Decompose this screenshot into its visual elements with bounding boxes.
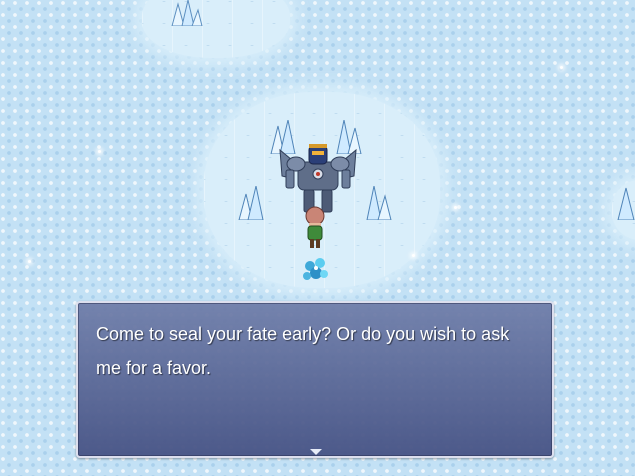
game-map: Come to seal your fate early? Or do you … (0, 0, 635, 476)
player-character-sprite[interactable] (302, 206, 328, 250)
frost-flower-sprite[interactable] (300, 254, 332, 284)
sparkle (28, 260, 31, 263)
continue-arrow-icon[interactable] (310, 449, 322, 455)
dialog-box[interactable]: Come to seal your fate early? Or do you … (76, 301, 554, 458)
ice-crystal-sprite (366, 186, 392, 220)
dialog-line: Come to seal your fate early? Or do you … (96, 324, 510, 344)
ice-crystal-sprite (238, 186, 264, 220)
ice-crystal-sprite (617, 187, 635, 220)
dialog-text: Come to seal your fate early? Or do you … (96, 317, 536, 385)
sparkle (560, 66, 563, 69)
ice-crystal-sprite (171, 0, 203, 26)
sparkle (98, 150, 101, 153)
ice-floor-patch-top (142, 0, 290, 58)
sparkle (454, 206, 457, 209)
sparkle (412, 254, 415, 257)
dialog-line: me for a favor. (96, 358, 212, 378)
ice-demon-sprite[interactable] (272, 140, 364, 216)
